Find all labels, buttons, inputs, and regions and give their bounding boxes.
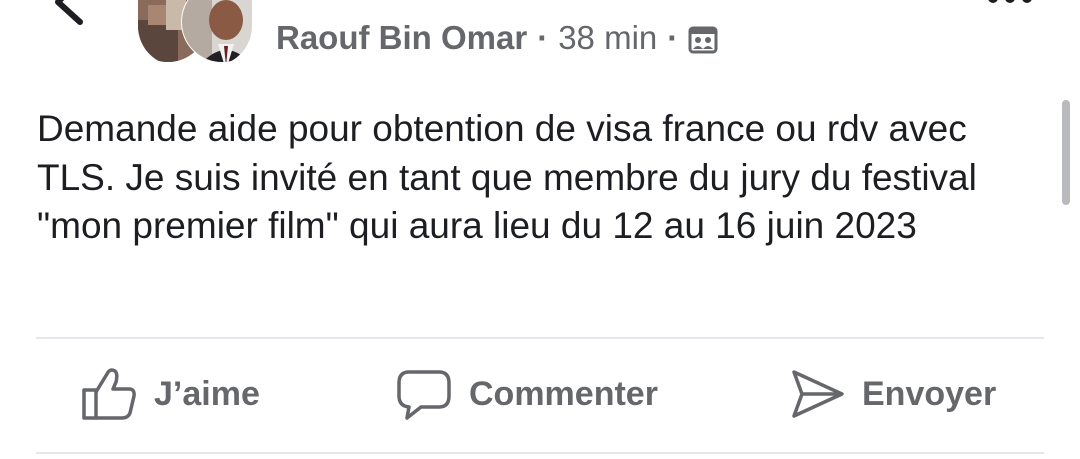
- avatar[interactable]: [138, 0, 252, 66]
- send-label: Envoyer: [862, 374, 997, 413]
- scrollbar[interactable]: [1062, 100, 1070, 205]
- author-name[interactable]: Raouf Bin Omar: [276, 19, 527, 57]
- divider: [36, 452, 1044, 454]
- thumbs-up-icon: [82, 368, 136, 420]
- profile-photo: [138, 0, 252, 63]
- divider: [36, 337, 1044, 339]
- post-text: Demande aide pour obtention de visa fran…: [37, 108, 977, 246]
- group-members-icon[interactable]: [688, 24, 718, 54]
- post-time[interactable]: 38 min: [558, 19, 657, 57]
- separator-dot: ·: [537, 19, 549, 56]
- comment-button[interactable]: Commenter: [395, 362, 658, 426]
- send-arrow-icon: [792, 370, 844, 418]
- separator-dot: ·: [667, 19, 679, 56]
- comment-label: Commenter: [469, 374, 658, 413]
- back-button[interactable]: [40, 0, 100, 32]
- like-label: J’aime: [154, 374, 260, 413]
- chevron-left-icon: [55, 0, 83, 25]
- more-dots-icon: [988, 0, 1032, 3]
- like-button[interactable]: J’aime: [80, 362, 260, 426]
- more-options-button[interactable]: [985, 0, 1035, 12]
- send-button[interactable]: Envoyer: [788, 362, 996, 426]
- post-header-meta: Raouf Bin Omar · 38 min ·: [276, 18, 718, 58]
- comment-bubble-icon: [397, 370, 451, 420]
